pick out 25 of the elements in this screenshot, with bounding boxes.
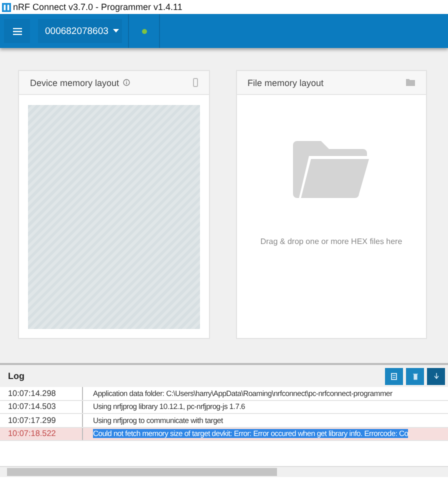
info-icon (123, 79, 130, 86)
document-icon (391, 372, 397, 380)
folder-icon (406, 79, 415, 86)
chip-icon (192, 78, 198, 87)
drop-hint: Drag & drop one or more HEX files here (260, 237, 402, 246)
down-arrow-icon (434, 373, 438, 379)
log-time: 10:07:17.299 (0, 414, 83, 426)
horizontal-scrollbar[interactable] (0, 466, 448, 477)
open-log-button[interactable] (385, 368, 403, 384)
panel-title: Device memory layout (30, 78, 120, 88)
clear-log-button[interactable] (406, 368, 424, 384)
log-title: Log (8, 371, 24, 381)
menu-button[interactable] (4, 19, 30, 43)
folder-icon (293, 141, 370, 198)
window-title: nRF Connect v3.7.0 - Programmer v1.4.11 (13, 2, 182, 12)
log-time: 10:07:14.298 (0, 387, 83, 400)
autoscroll-button[interactable] (427, 368, 445, 384)
log-time: 10:07:18.522 (0, 428, 83, 440)
device-selector[interactable]: 000682078603 (38, 19, 122, 43)
trash-icon (412, 372, 418, 380)
status-dot (142, 28, 146, 34)
menu-icon (12, 28, 22, 34)
panel-title: File memory layout (248, 78, 324, 88)
caret-icon (113, 29, 120, 33)
log-time: 10:07:14.503 (0, 400, 83, 413)
